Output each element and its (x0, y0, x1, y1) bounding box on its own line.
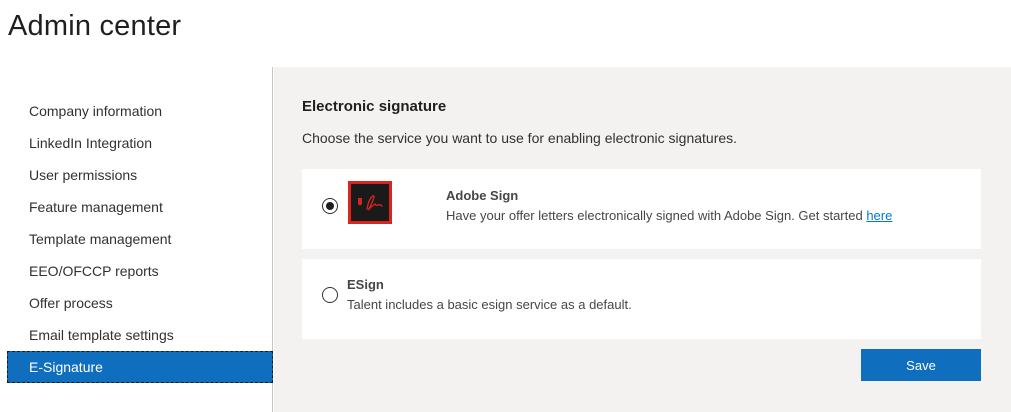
sidebar-item-e-signature[interactable]: E-Signature (7, 351, 273, 383)
page-title: Admin center (8, 10, 182, 42)
esign-title: ESign (347, 277, 384, 292)
sidebar-nav-list: Company information LinkedIn Integration… (0, 95, 273, 383)
sidebar-item-linkedin-integration[interactable]: LinkedIn Integration (0, 127, 273, 159)
esign-option-card[interactable]: ESign Talent includes a basic esign serv… (302, 259, 981, 339)
sidebar-item-feature-management[interactable]: Feature management (0, 191, 273, 223)
sidebar-item-company-information[interactable]: Company information (0, 95, 273, 127)
section-description: Choose the service you want to use for e… (302, 130, 738, 146)
sidebar-item-user-permissions[interactable]: User permissions (0, 159, 273, 191)
esign-description: Talent includes a basic esign service as… (347, 297, 632, 312)
adobe-sign-description-text: Have your offer letters electronically s… (446, 208, 867, 223)
adobe-sign-description: Have your offer letters electronically s… (446, 208, 892, 223)
sidebar: Company information LinkedIn Integration… (0, 67, 273, 412)
save-button[interactable]: Save (861, 349, 981, 381)
esign-radio[interactable] (322, 287, 338, 303)
sidebar-item-template-management[interactable]: Template management (0, 223, 273, 255)
adobe-sign-option-card[interactable]: Adobe Sign Have your offer letters elect… (302, 169, 981, 249)
adobe-sign-radio[interactable] (322, 198, 338, 214)
main-content: Electronic signature Choose the service … (274, 67, 1011, 412)
adobe-sign-logo-icon (348, 181, 392, 224)
adobe-sign-get-started-link[interactable]: here (866, 208, 892, 223)
adobe-sign-title: Adobe Sign (446, 188, 519, 203)
sidebar-item-eeo-ofccp-reports[interactable]: EEO/OFCCP reports (0, 255, 273, 287)
section-heading: Electronic signature (302, 98, 447, 115)
sidebar-item-offer-process[interactable]: Offer process (0, 287, 273, 319)
sidebar-item-email-template-settings[interactable]: Email template settings (0, 319, 273, 351)
